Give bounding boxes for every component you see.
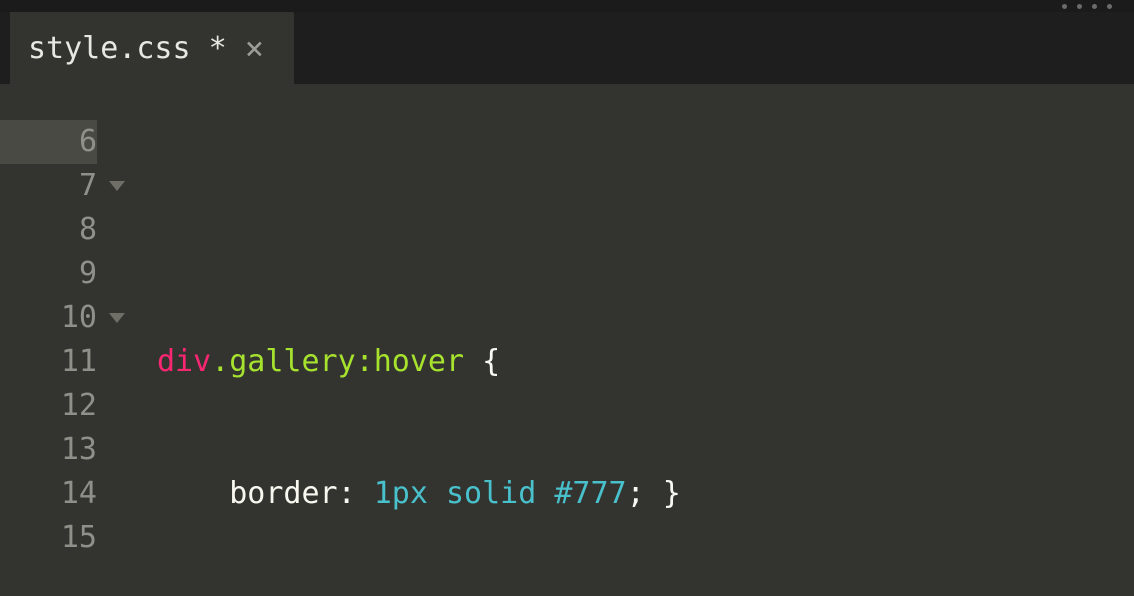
editor[interactable]: 6 7 8 9 10 11 12 13 14 15 div.gallery:ho… [0,84,1134,596]
window-titlebar [0,0,1134,12]
tab-label: style.css * [28,31,227,66]
code-area[interactable]: div.gallery:hover { border: 1px solid #7… [145,120,1134,596]
titlebar-dot [1062,4,1067,9]
line-number: 11 [0,340,97,384]
titlebar-dot [1107,4,1112,9]
fold-arrow-icon[interactable] [109,313,125,323]
code-line [157,208,1134,252]
line-number: 10 [0,296,97,340]
titlebar-dot [1077,4,1082,9]
line-number: 8 [0,208,97,252]
line-number: 12 [0,384,97,428]
line-number: 9 [0,252,97,296]
fold-arrow-icon[interactable] [109,181,125,191]
code-line: border: 1px solid #777; } [157,472,1134,516]
line-number: 7 [0,164,97,208]
titlebar-dot [1092,4,1097,9]
tab-bar: style.css * × [0,12,1134,84]
line-number: 6 [0,120,97,164]
tab-stylecss[interactable]: style.css * × [10,12,294,84]
line-number: 14 [0,472,97,516]
line-number: 15 [0,516,97,560]
line-number: 13 [0,428,97,472]
code-line: div.gallery:hover { [157,340,1134,384]
fold-column [103,120,145,596]
close-icon[interactable]: × [245,32,264,64]
line-number-gutter: 6 7 8 9 10 11 12 13 14 15 [0,120,145,596]
